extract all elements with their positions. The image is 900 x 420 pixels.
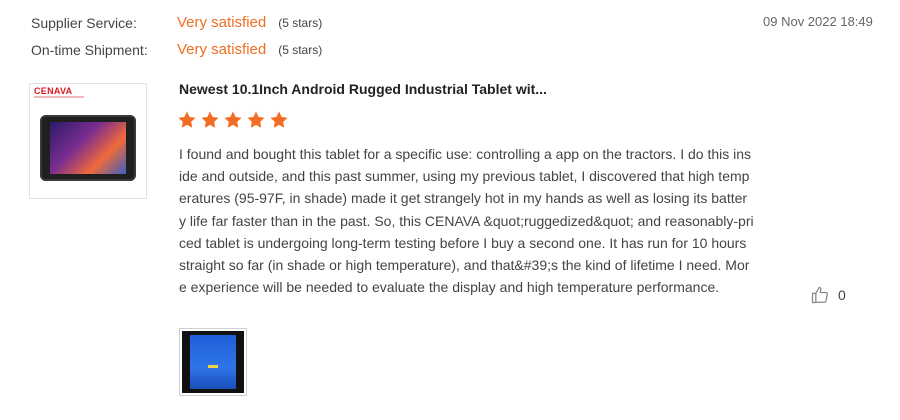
like-control[interactable]: 0 bbox=[810, 285, 846, 305]
star-icon bbox=[247, 111, 265, 128]
rating-label: Supplier Service: bbox=[31, 14, 137, 31]
tablet-image bbox=[40, 115, 136, 181]
photo-screen-logo bbox=[208, 365, 218, 368]
star-icon bbox=[224, 111, 242, 128]
brand-logo: CENAVA bbox=[34, 86, 73, 96]
rating-row-on-time-shipment: On-time Shipment: Very satisfied (5 star… bbox=[31, 40, 322, 59]
tablet-screen bbox=[50, 122, 126, 174]
rating-row-supplier-service: Supplier Service: Very satisfied (5 star… bbox=[31, 13, 322, 32]
product-thumbnail[interactable]: CENAVA bbox=[29, 83, 147, 199]
rating-star-count: (5 stars) bbox=[278, 15, 323, 30]
rating-label: On-time Shipment: bbox=[31, 41, 148, 58]
rating-value: Very satisfied bbox=[177, 41, 267, 58]
star-icon bbox=[201, 111, 219, 128]
review-photo-image bbox=[182, 331, 244, 393]
rating-star-count: (5 stars) bbox=[278, 42, 323, 57]
review-date: 09 Nov 2022 18:49 bbox=[763, 14, 873, 29]
star-icon bbox=[270, 111, 288, 128]
photo-tablet-screen bbox=[190, 335, 236, 389]
thumbs-up-icon[interactable] bbox=[810, 285, 830, 305]
star-rating bbox=[177, 110, 289, 130]
ratings-block: Supplier Service: Very satisfied (5 star… bbox=[31, 13, 322, 67]
review-photo-thumbnail[interactable] bbox=[179, 328, 247, 396]
rating-value: Very satisfied bbox=[177, 14, 267, 31]
star-icon bbox=[178, 111, 196, 128]
like-count: 0 bbox=[838, 287, 846, 303]
review-text: I found and bought this tablet for a spe… bbox=[179, 146, 754, 296]
product-title-link[interactable]: Newest 10.1Inch Android Rugged Industria… bbox=[179, 81, 547, 97]
brand-tagline-mark bbox=[34, 96, 84, 98]
